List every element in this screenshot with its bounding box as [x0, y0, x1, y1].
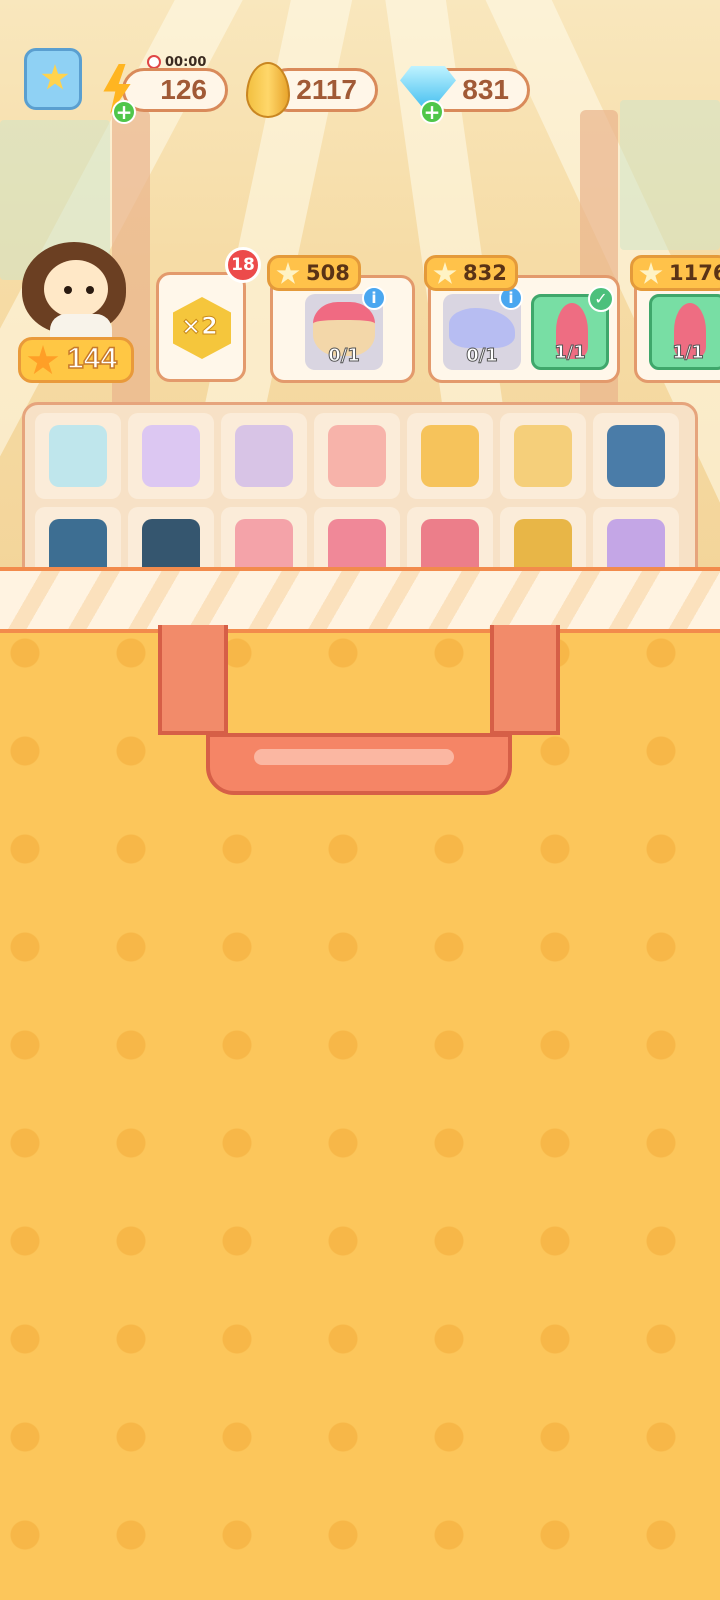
order-card-1[interactable]: 0/1 i [270, 275, 415, 383]
order-1-star-reward: 508 [267, 255, 361, 291]
double-booster-icon: ×2 [173, 297, 231, 359]
mannequin-icon [235, 425, 293, 487]
collection-book-icon[interactable] [24, 48, 82, 110]
bag-top-band [0, 567, 720, 633]
board-cell[interactable] [128, 413, 214, 499]
energy-value: 126 [160, 74, 207, 105]
resource-hud: 00:00 126 + 2117 831 + [0, 48, 720, 138]
order-3-star-reward: 1176 [630, 255, 720, 291]
order-2-check-icon: ✓ [588, 286, 614, 312]
order-2-star-reward: 832 [424, 255, 518, 291]
board-cell[interactable] [500, 413, 586, 499]
gem-value: 831 [462, 74, 509, 105]
merge-board [22, 402, 698, 592]
booster-count-badge: 18 [225, 247, 261, 283]
order-3-item-slot: 1/1 [649, 294, 720, 370]
double-booster-card[interactable]: ×2 [156, 272, 246, 382]
bag-handle [158, 625, 560, 805]
seed-value: 2117 [296, 74, 357, 105]
player-star-counter: 144 [18, 337, 134, 383]
cleaning-cart-icon [607, 425, 665, 487]
shopping-cart-icon [514, 425, 572, 487]
player-stars-value: 144 [66, 341, 118, 376]
pink-dress-icon [328, 425, 386, 487]
board-cell[interactable] [35, 413, 121, 499]
add-energy-button[interactable]: + [112, 100, 136, 124]
order-card-3[interactable]: 1/1 [634, 275, 720, 383]
board-cell[interactable] [593, 413, 679, 499]
bird-mobile-icon [49, 425, 107, 487]
board-cell[interactable] [407, 413, 493, 499]
order-1-info-icon[interactable]: i [362, 286, 386, 310]
add-gems-button[interactable]: + [420, 100, 444, 124]
energy-counter[interactable]: 126 [122, 68, 228, 112]
order-card-2[interactable]: 0/1 i 1/1 ✓ [428, 275, 620, 383]
dress-display-icon [142, 425, 200, 487]
star-icon [27, 345, 59, 375]
clock-icon [147, 55, 161, 69]
player-avatar[interactable] [16, 238, 134, 348]
board-cell[interactable] [314, 413, 400, 499]
shopping-cart-full-icon [421, 425, 479, 487]
shoes-icon [449, 308, 515, 348]
board-cell[interactable] [221, 413, 307, 499]
